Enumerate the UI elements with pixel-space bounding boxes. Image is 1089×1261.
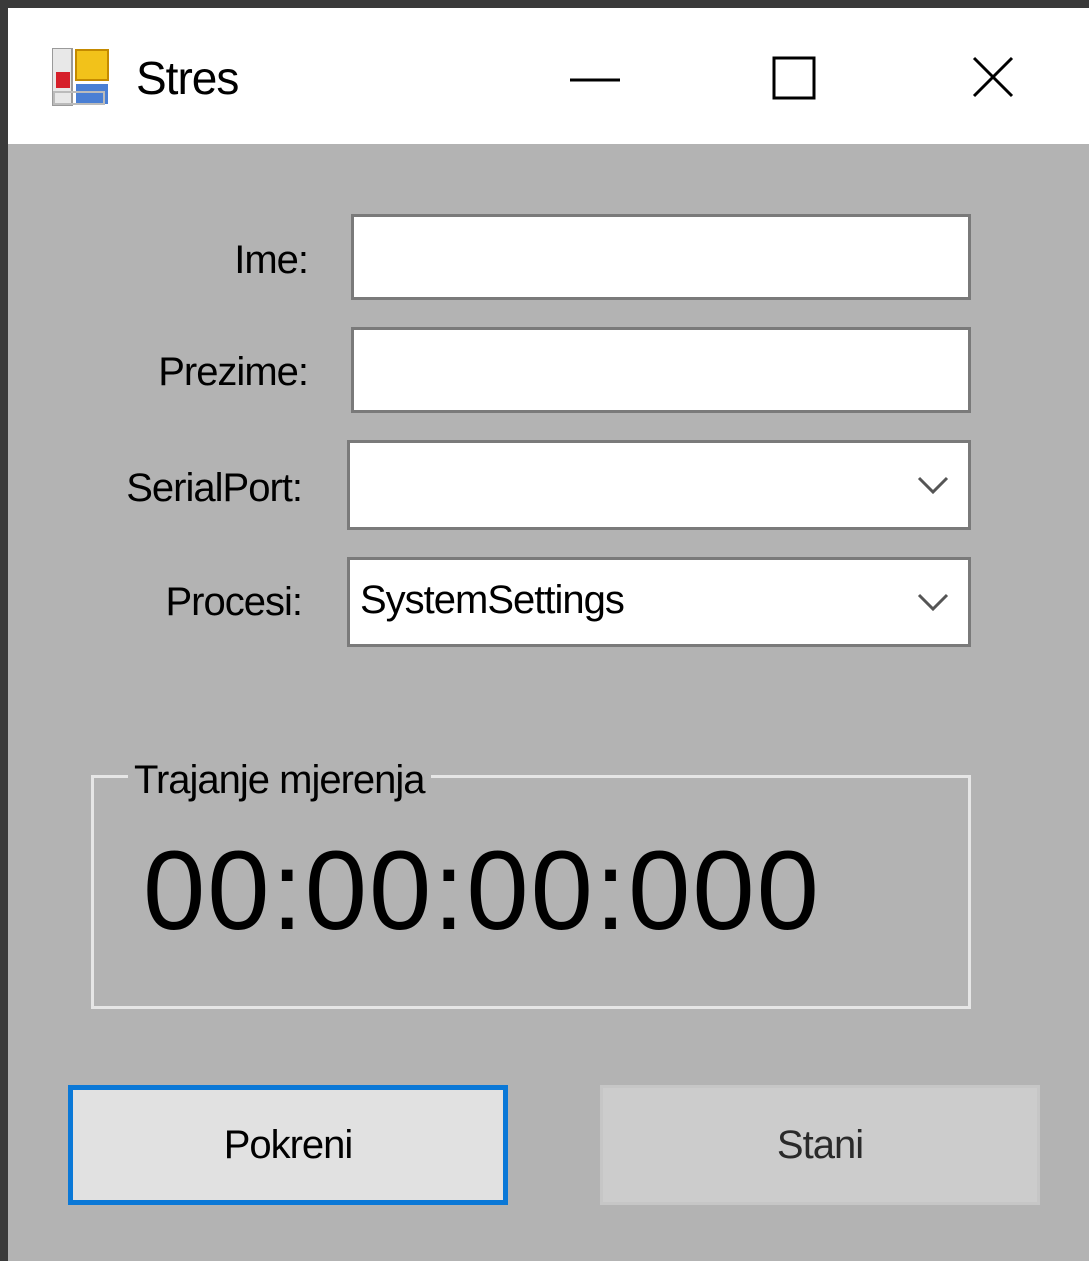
close-icon [972, 56, 1014, 98]
chevron-down-icon[interactable] [916, 467, 950, 501]
title-bar[interactable]: Stres [8, 8, 1089, 144]
serialport-label: SerialPort: [126, 466, 303, 510]
stop-button[interactable]: Stani [600, 1085, 1040, 1205]
maximize-button[interactable] [750, 38, 840, 118]
minimize-button[interactable] [550, 38, 640, 118]
elapsed-time-display: 00:00:00:000 [143, 828, 821, 953]
prezime-input[interactable] [351, 327, 971, 413]
main-window: Stres Ime: Prezime: SerialPort: Procesi:… [0, 0, 1089, 1261]
start-button[interactable]: Pokreni [68, 1085, 508, 1205]
ime-label: Ime: [234, 238, 309, 282]
minimize-icon [570, 78, 620, 82]
chevron-down-icon[interactable] [916, 584, 950, 618]
procesi-combobox[interactable]: SystemSettings [347, 557, 971, 647]
procesi-label: Procesi: [165, 580, 304, 624]
procesi-selected-value: SystemSettings [360, 578, 625, 622]
prezime-label: Prezime: [158, 350, 309, 394]
app-icon [51, 47, 110, 107]
maximize-icon [772, 56, 816, 100]
window-title: Stres [136, 52, 239, 104]
close-button[interactable] [950, 38, 1040, 118]
ime-input[interactable] [351, 214, 971, 300]
duration-group-title: Trajanje mjerenja [128, 752, 431, 808]
serialport-combobox[interactable] [347, 440, 971, 530]
